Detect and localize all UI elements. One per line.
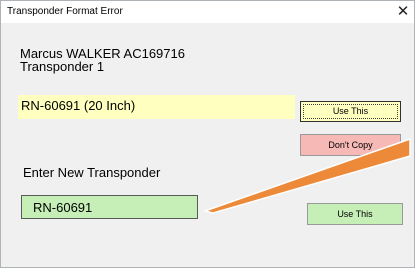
use-this-current-button[interactable]: Use This [300, 101, 401, 122]
transponder-format-error-dialog: Transponder Format Error ✕ Marcus WALKER… [0, 0, 415, 268]
new-transponder-input[interactable] [22, 196, 197, 218]
dialog-title: Transponder Format Error [7, 6, 123, 17]
dialog-body: Marcus WALKER AC169716 Transponder 1 RN-… [1, 23, 414, 267]
current-transponder-field: RN-60691 (20 Inch) [18, 95, 295, 119]
dont-copy-button[interactable]: Don't Copy [300, 134, 401, 156]
transponder-number-label: Transponder 1 [20, 59, 105, 74]
close-icon[interactable]: ✕ [394, 3, 412, 21]
title-bar: Transponder Format Error ✕ [1, 1, 414, 23]
use-this-new-button[interactable]: Use This [307, 203, 403, 225]
new-transponder-field [21, 195, 198, 219]
enter-new-transponder-label: Enter New Transponder [23, 165, 161, 180]
current-transponder-value: RN-60691 (20 Inch) [21, 98, 136, 113]
